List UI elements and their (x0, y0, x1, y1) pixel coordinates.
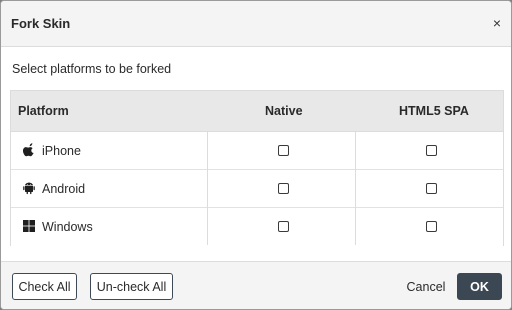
header-platform: Platform (18, 104, 69, 118)
dialog-title: Fork Skin (11, 16, 71, 31)
close-icon[interactable]: × (489, 13, 505, 33)
ok-button[interactable]: OK (457, 273, 502, 300)
android-html5-spa-checkbox[interactable] (426, 183, 437, 194)
dialog-instructions: Select platforms to be forked (12, 62, 172, 76)
platform-table: Platform Native HTML5 SPA iPhone Android… (10, 90, 504, 246)
column-divider (207, 132, 208, 245)
column-divider (355, 132, 356, 245)
iphone-html5-spa-checkbox[interactable] (426, 145, 437, 156)
dialog-footer: Check All Un-check All Cancel OK (1, 261, 511, 309)
table-header: Platform Native HTML5 SPA (11, 91, 503, 132)
fork-skin-dialog: Fork Skin × Select platforms to be forke… (0, 0, 512, 310)
iphone-native-checkbox[interactable] (278, 145, 289, 156)
header-html5-spa: HTML5 SPA (399, 104, 469, 118)
platform-name-iphone: iPhone (42, 144, 81, 158)
android-native-checkbox[interactable] (278, 183, 289, 194)
table-row: iPhone (11, 132, 503, 170)
dialog-titlebar: Fork Skin × (1, 1, 511, 47)
windows-html5-spa-checkbox[interactable] (426, 221, 437, 232)
platform-name-windows: Windows (42, 220, 93, 234)
cancel-button[interactable]: Cancel (402, 273, 450, 300)
android-icon (23, 182, 35, 195)
uncheck-all-button[interactable]: Un-check All (90, 273, 173, 300)
table-row: Windows (11, 208, 503, 246)
check-all-button[interactable]: Check All (12, 273, 77, 300)
platform-name-android: Android (42, 182, 86, 196)
table-row: Android (11, 170, 503, 208)
apple-icon (22, 143, 34, 157)
header-native: Native (265, 104, 303, 118)
windows-native-checkbox[interactable] (278, 221, 289, 232)
windows-icon (23, 220, 35, 232)
